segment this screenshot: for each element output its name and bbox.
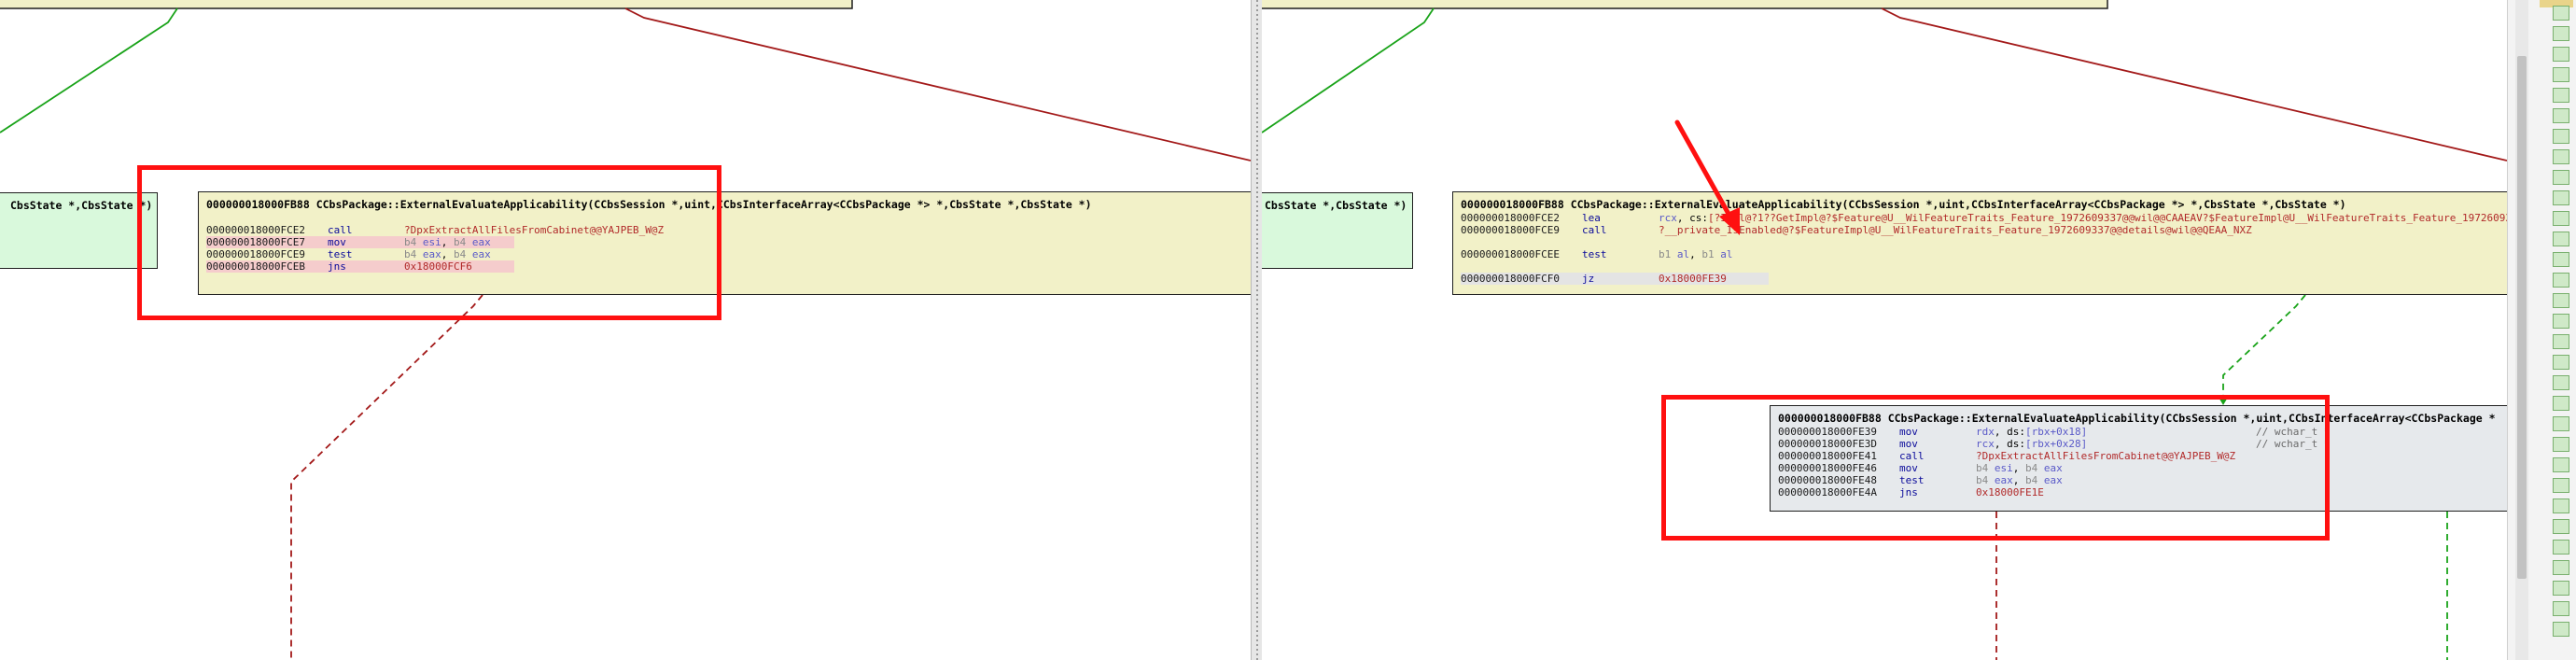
overview-node-icon (2553, 211, 2569, 226)
overview-node-icon (2553, 149, 2569, 164)
fragment-node[interactable]: CbsState *,CbsState *) (0, 192, 158, 269)
overview-node-icon (2553, 499, 2569, 513)
left-edges (0, 0, 1251, 660)
annotation-arrow (1674, 119, 1740, 235)
overview-node-icon (2553, 437, 2569, 452)
edge-dashed-false (290, 294, 483, 660)
overview-node-icon (2553, 457, 2569, 472)
vertical-scrollbar[interactable] (2515, 0, 2528, 660)
overview-node-icon (2553, 622, 2569, 637)
overview-node-icon (2553, 581, 2569, 596)
overview-node-icon (2553, 273, 2569, 288)
overview-node-icon (2553, 314, 2569, 329)
fragment-label: CbsState *,CbsState *) (10, 199, 153, 212)
overview-node-icon (2553, 540, 2569, 555)
arrow-shaft (1674, 119, 1736, 225)
overview-node-icon (2553, 355, 2569, 370)
graph-overview[interactable] (2547, 0, 2575, 660)
overview-node-icon (2553, 601, 2569, 616)
overview-node-icon (2553, 560, 2569, 575)
overview-node-icon (2553, 6, 2569, 21)
overview-node-icon (2553, 334, 2569, 349)
overview-node-icon (2553, 252, 2569, 267)
annotation-box-left (137, 165, 721, 320)
overview-node-icon (2553, 88, 2569, 103)
overview-node-icon (2553, 293, 2569, 308)
overview-node-icon (2553, 129, 2569, 144)
edge-true (0, 7, 178, 133)
left-graph-pane[interactable]: CbsState *,CbsState *) 000000018000FB88 … (0, 0, 1251, 660)
overview-node-icon (2553, 190, 2569, 205)
overview-node-icon (2553, 396, 2569, 411)
overview-node-icon (2553, 108, 2569, 123)
scrollbar-thumb[interactable] (2517, 56, 2527, 579)
overview-node-icon (2553, 416, 2569, 431)
overview-node-icon (2553, 26, 2569, 41)
overview-node-icon (2553, 232, 2569, 246)
right-graph-pane[interactable]: CbsState *,CbsState *) 000000018000FB88 … (1262, 0, 2507, 660)
overview-node-icon (2553, 67, 2569, 82)
overview-node-icon (2553, 47, 2569, 62)
overview-node-icon (2553, 170, 2569, 185)
overview-strip (2507, 0, 2576, 660)
top-node-fragment (0, 0, 853, 9)
overview-node-icon (2553, 478, 2569, 493)
overview-node-icon (2553, 375, 2569, 390)
edge-false (624, 7, 1251, 161)
overview-node-icon (2553, 519, 2569, 534)
